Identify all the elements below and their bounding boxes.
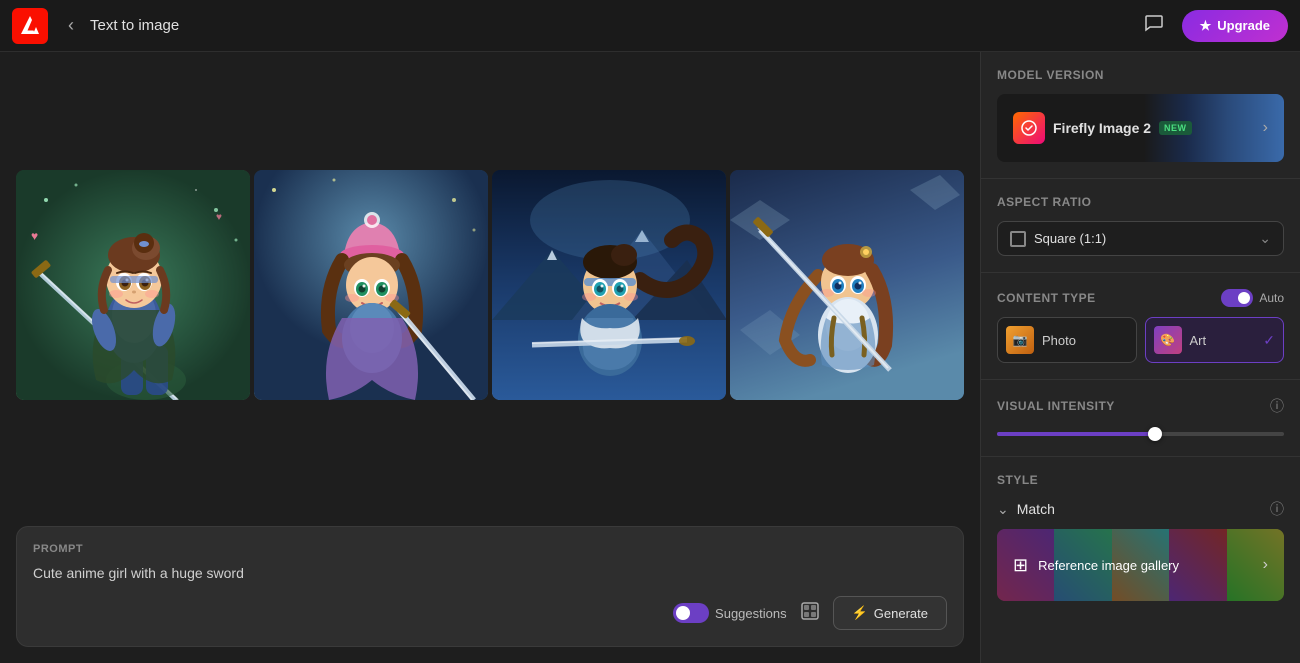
- model-card-content: Firefly Image 2 NEW ›: [997, 100, 1284, 156]
- auto-label: Auto: [1259, 291, 1284, 305]
- intensity-header: Visual intensity ⓘ: [997, 396, 1284, 416]
- suggestions-label: Suggestions: [715, 606, 787, 621]
- aspect-chevron-icon: ⌄: [1259, 230, 1271, 247]
- svg-text:♥: ♥: [31, 229, 38, 243]
- slider-thumb[interactable]: [1148, 427, 1162, 441]
- gallery-icon-button[interactable]: [797, 598, 823, 629]
- auto-toggle-switch[interactable]: [1221, 289, 1253, 307]
- generated-image-2[interactable]: [254, 170, 488, 400]
- generated-image-4[interactable]: [730, 170, 964, 400]
- intensity-title: Visual intensity: [997, 399, 1115, 413]
- prompt-box[interactable]: Prompt Cute anime girl with a huge sword…: [16, 526, 964, 647]
- svg-text:♥: ♥: [216, 212, 222, 223]
- new-badge: NEW: [1159, 121, 1192, 135]
- content-type-title: Content type: [997, 291, 1096, 305]
- suggestions-toggle-switch[interactable]: [673, 603, 709, 623]
- adobe-logo: [12, 8, 48, 44]
- header-title: Text to image: [90, 17, 179, 34]
- aspect-ratio-title: Aspect ratio: [997, 195, 1284, 209]
- generate-icon: ⚡: [852, 605, 868, 621]
- upgrade-icon: ★: [1200, 18, 1212, 34]
- generate-label: Generate: [874, 606, 928, 621]
- match-chevron-icon: ⌄: [997, 501, 1009, 518]
- canvas-area: ♥ ♥: [0, 52, 980, 663]
- slider-fill: [997, 432, 1155, 436]
- style-header: Style: [997, 473, 1284, 487]
- slider-track: [997, 432, 1284, 436]
- gallery-grid-icon: ⊞: [1013, 555, 1028, 576]
- prompt-area: Prompt Cute anime girl with a huge sword…: [0, 510, 980, 663]
- content-type-options: 📷 Photo 🎨 Art ✓: [997, 317, 1284, 363]
- style-title: Style: [997, 473, 1038, 487]
- match-label: Match: [1017, 501, 1262, 517]
- photo-label: Photo: [1042, 333, 1076, 348]
- photo-icon: 📷: [1006, 326, 1034, 354]
- intensity-slider[interactable]: [997, 428, 1284, 440]
- art-label: Art: [1190, 333, 1207, 348]
- auto-toggle[interactable]: Auto: [1221, 289, 1284, 307]
- model-chevron-icon: ›: [1263, 119, 1268, 137]
- prompt-text[interactable]: Cute anime girl with a huge sword: [33, 563, 947, 584]
- ref-gallery-chevron-icon: ›: [1263, 556, 1268, 574]
- model-card[interactable]: Firefly Image 2 NEW ›: [997, 94, 1284, 162]
- prompt-label: Prompt: [33, 543, 947, 555]
- aspect-square-icon: [1010, 231, 1026, 247]
- style-section: Style ⌄ Match ⓘ ⊞ Reference image galle: [981, 457, 1300, 617]
- aspect-ratio-value: Square (1:1): [1034, 231, 1251, 246]
- back-button[interactable]: ‹: [60, 11, 82, 40]
- model-version-section: Model version Firefly Image 2 NEW ›: [981, 52, 1300, 179]
- model-version-title: Model version: [997, 68, 1284, 82]
- content-type-header: Content type Auto: [997, 289, 1284, 307]
- prompt-actions: Suggestions ⚡ Generate: [33, 596, 947, 630]
- upgrade-button[interactable]: ★ Upgrade: [1182, 10, 1288, 42]
- ref-gallery-overlay: ⊞ Reference image gallery ›: [997, 529, 1284, 601]
- ref-gallery-label: Reference image gallery: [1038, 558, 1253, 573]
- content-option-art[interactable]: 🎨 Art ✓: [1145, 317, 1285, 363]
- chat-icon-button[interactable]: [1138, 7, 1170, 45]
- sidebar: Model version Firefly Image 2 NEW ›: [980, 52, 1300, 663]
- aspect-ratio-select[interactable]: Square (1:1) ⌄: [997, 221, 1284, 256]
- match-row[interactable]: ⌄ Match ⓘ: [997, 499, 1284, 519]
- art-check-icon: ✓: [1263, 332, 1275, 349]
- main-content: ♥ ♥: [0, 52, 1300, 663]
- match-info-icon[interactable]: ⓘ: [1270, 499, 1284, 519]
- intensity-info-icon[interactable]: ⓘ: [1270, 396, 1284, 416]
- content-option-photo[interactable]: 📷 Photo: [997, 317, 1137, 363]
- aspect-ratio-section: Aspect ratio Square (1:1) ⌄: [981, 179, 1300, 273]
- upgrade-label: Upgrade: [1217, 18, 1270, 33]
- art-icon: 🎨: [1154, 326, 1182, 354]
- content-type-section: Content type Auto 📷 Photo 🎨 Art ✓: [981, 273, 1300, 380]
- image-grid: ♥ ♥: [0, 52, 980, 510]
- header: ‹ Text to image ★ Upgrade: [0, 0, 1300, 52]
- model-icon: [1013, 112, 1045, 144]
- generated-image-1[interactable]: ♥ ♥: [16, 170, 250, 400]
- generate-button[interactable]: ⚡ Generate: [833, 596, 947, 630]
- model-name: Firefly Image 2: [1053, 120, 1151, 136]
- visual-intensity-section: Visual intensity ⓘ: [981, 380, 1300, 457]
- generated-image-3[interactable]: [492, 170, 726, 400]
- reference-gallery-card[interactable]: ⊞ Reference image gallery ›: [997, 529, 1284, 601]
- header-right: ★ Upgrade: [1138, 7, 1288, 45]
- suggestions-toggle[interactable]: Suggestions: [673, 603, 787, 623]
